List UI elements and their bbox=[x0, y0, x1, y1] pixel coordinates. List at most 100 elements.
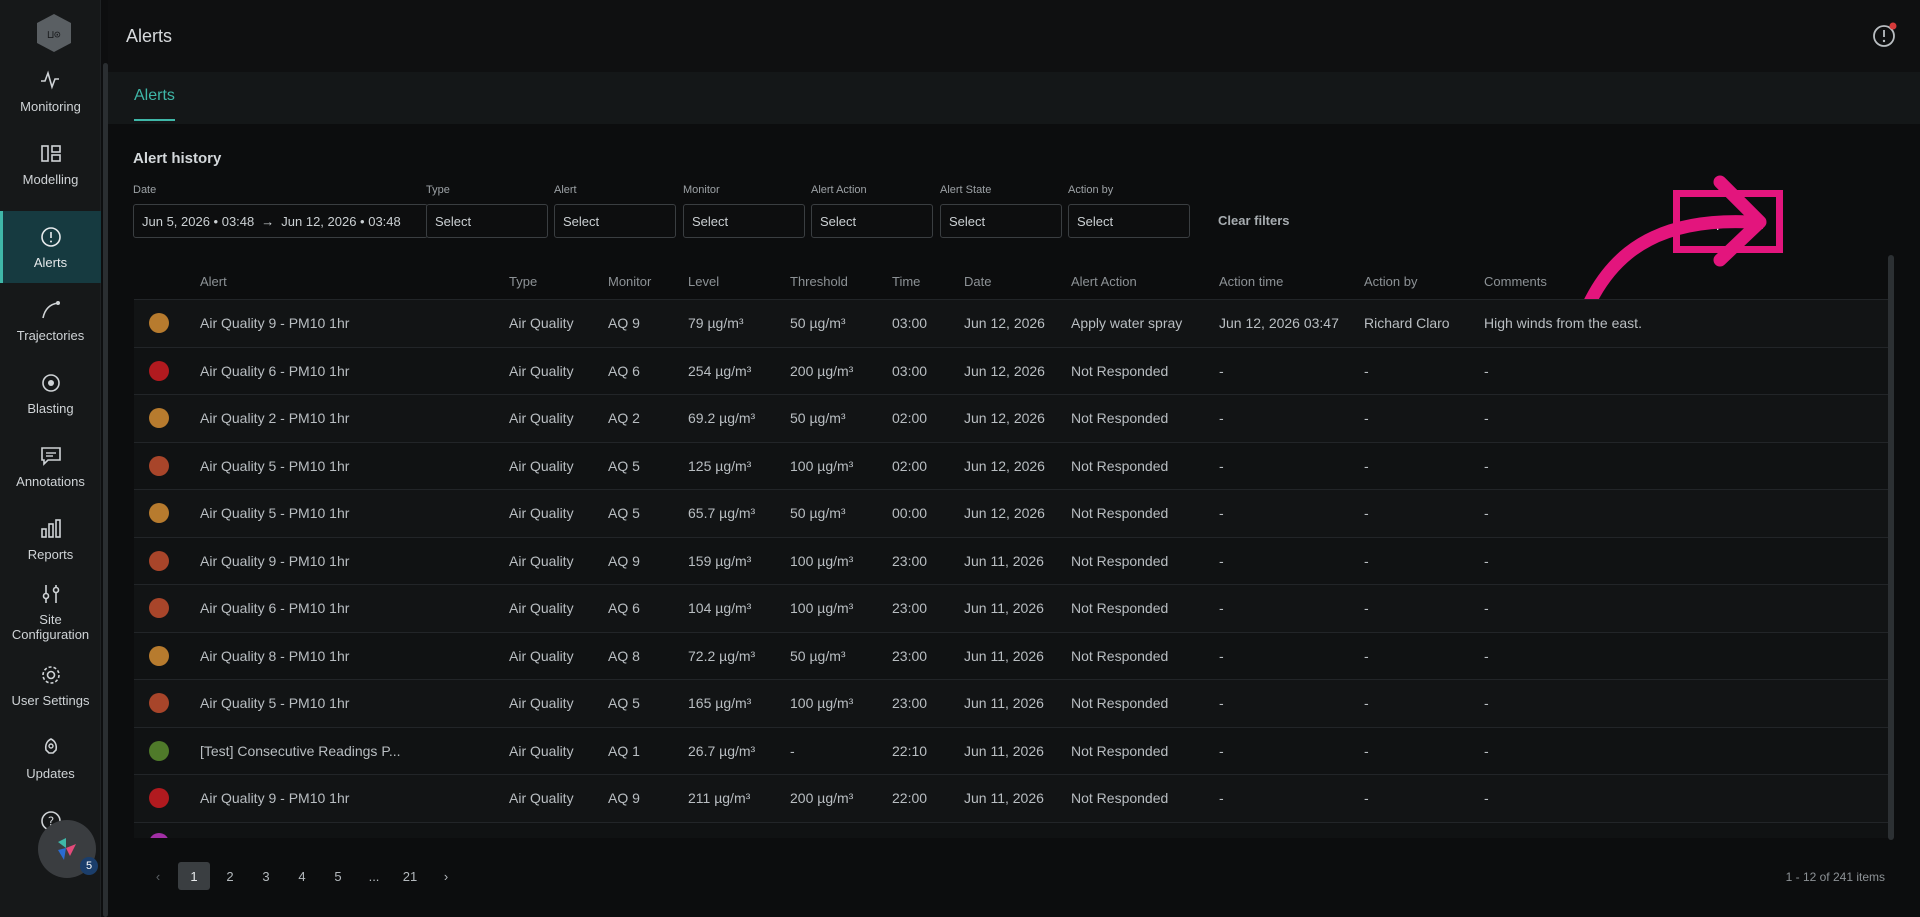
cell-time: 22:00 bbox=[892, 790, 928, 807]
status-dot-cell bbox=[149, 775, 169, 822]
sidebar-item-blasting[interactable]: Blasting bbox=[0, 357, 101, 429]
sidebar-item-modelling[interactable]: Modelling bbox=[0, 128, 101, 200]
page-button-21[interactable]: 21 bbox=[392, 862, 428, 890]
prev-page-button[interactable]: ‹ bbox=[140, 862, 176, 890]
sidebar-item-monitoring[interactable]: Monitoring bbox=[0, 55, 101, 127]
type-select[interactable]: Select bbox=[426, 204, 548, 238]
page-title: Alerts bbox=[126, 26, 173, 46]
action-by-filter-label: Action by bbox=[1068, 184, 1114, 196]
cell-action-time: - bbox=[1219, 695, 1224, 712]
column-header-alert[interactable]: Alert bbox=[200, 263, 227, 299]
sidebar-item-annotations[interactable]: Annotations bbox=[0, 430, 101, 502]
cell-date: Jun 11, 2026 bbox=[964, 742, 1044, 759]
alert-filter: Alert Select bbox=[554, 184, 676, 238]
sidebar-item-label: Updates bbox=[26, 765, 75, 781]
alert-action-select[interactable]: Select bbox=[811, 204, 933, 238]
cell-action-by: - bbox=[1364, 742, 1369, 759]
table-row[interactable]: Air Quality 5 - PM10 1hr Air Quality AQ 5 1… bbox=[134, 679, 1890, 727]
cell-action-time: Jun 12, 2026 03:47 bbox=[1219, 315, 1339, 332]
alert-state-select[interactable]: Select bbox=[940, 204, 1062, 238]
date-range-input[interactable]: Jun 5, 2026 • 03:48 → Jun 12, 2026 • 03:… bbox=[133, 204, 428, 238]
sidebar-item-updates[interactable]: Updates bbox=[0, 722, 101, 794]
table-row[interactable]: Air Quality 5 - PM10 1hr Air Quality AQ 5 1… bbox=[134, 441, 1890, 489]
column-header-comments[interactable]: Comments bbox=[1484, 263, 1547, 299]
tabs-bar: Alerts bbox=[108, 72, 1920, 124]
page-button-3[interactable]: 3 bbox=[248, 862, 284, 890]
cell-action-time: - bbox=[1219, 505, 1224, 522]
sidebar-item-label: Alerts bbox=[33, 254, 68, 270]
status-dot-cell bbox=[149, 633, 169, 680]
table-row[interactable]: Air Quality 2 - PM10 1hr Air Quality AQ 2 6… bbox=[134, 394, 1890, 442]
clear-filters-button[interactable]: Clear filters bbox=[1218, 213, 1290, 228]
status-dot bbox=[149, 740, 169, 761]
export-button[interactable]: Export bbox=[1690, 205, 1774, 239]
sidebar-item-trajectories[interactable]: Trajectories bbox=[0, 284, 101, 356]
next-page-button[interactable]: › bbox=[428, 862, 464, 890]
alert-action-filter: Alert Action Select bbox=[811, 184, 933, 238]
upload-icon bbox=[1749, 214, 1764, 229]
cell-alert: Air Quality 5 - PM10 1hr bbox=[200, 695, 350, 712]
cell-alert: [Test] Consecutive Readings P... bbox=[200, 742, 401, 759]
table-row[interactable]: Air Quality 9 - PM10 1hr Air Quality AQ 9 2… bbox=[134, 774, 1890, 822]
cell-comments: - bbox=[1484, 647, 1489, 664]
table-row[interactable]: Air Quality 9 - PM10 1hr Air Quality AQ 9 7… bbox=[134, 299, 1890, 347]
monitor-select[interactable]: Select bbox=[683, 204, 805, 238]
cell-type: Air Quality bbox=[509, 742, 574, 759]
action-by-select[interactable]: Select bbox=[1068, 204, 1190, 238]
table-row[interactable]: Air Quality 6 - PM10 1hr Air Quality AQ 6 1… bbox=[134, 584, 1890, 632]
page-button-5[interactable]: 5 bbox=[320, 862, 356, 890]
column-header-monitor[interactable]: Monitor bbox=[608, 263, 651, 299]
cell-comments: High winds from the east. bbox=[1484, 315, 1642, 332]
status-dot-cell bbox=[149, 395, 169, 442]
cell-action-by: - bbox=[1364, 647, 1369, 664]
chevron-right-icon: › bbox=[443, 868, 449, 884]
table-row[interactable]: Air Quality 5 - PM10 1hr Air Quality AQ 5 6… bbox=[134, 489, 1890, 537]
sidebar-item-label: Site Configuration bbox=[11, 612, 90, 642]
cell-alert: Air Quality 6 - PM10 1hr bbox=[200, 362, 350, 379]
table-scrollbar[interactable] bbox=[1888, 255, 1894, 840]
table-row[interactable]: Air Quality 8 - PM10 1hr Air Quality AQ 8 7… bbox=[134, 631, 1890, 680]
sidebar-item-user-settings[interactable]: User Settings bbox=[0, 649, 101, 721]
column-header-action-by[interactable]: Action by bbox=[1364, 263, 1417, 299]
cell-monitor: AQ 9 bbox=[608, 315, 640, 332]
cell-type: Air Quality bbox=[509, 457, 574, 474]
column-header-alert-action[interactable]: Alert Action bbox=[1071, 263, 1137, 299]
column-header-type[interactable]: Type bbox=[509, 263, 537, 299]
status-dot bbox=[149, 408, 169, 429]
cell-level: 125 µg/m³ bbox=[688, 457, 752, 474]
table-row[interactable]: Air Quality 9 - PM10 1hr Air Quality AQ 9 1… bbox=[134, 536, 1890, 584]
type-filter-label: Type bbox=[426, 184, 450, 196]
tab-alerts[interactable]: Alerts bbox=[134, 87, 175, 121]
column-header-time[interactable]: Time bbox=[892, 263, 920, 299]
cell-threshold: 100 µg/m³ bbox=[790, 600, 854, 617]
type-filter: Type Select bbox=[426, 184, 548, 238]
table-row[interactable]: Air Quality 6 - PM10 1hr Air Quality AQ 6 2… bbox=[134, 346, 1890, 394]
gear-icon bbox=[41, 665, 60, 684]
alert-select[interactable]: Select bbox=[554, 204, 676, 238]
sidebar-item-alerts[interactable]: Alerts bbox=[0, 211, 101, 283]
column-header-date[interactable]: Date bbox=[964, 263, 991, 299]
sidebar-item-label: Monitoring bbox=[20, 98, 81, 114]
cell-action: Not Responded bbox=[1071, 552, 1169, 569]
cell-monitor: AQ 2 bbox=[608, 410, 640, 427]
logo-icon[interactable]: ⊔⊙ bbox=[35, 13, 73, 53]
page-button-2[interactable]: 2 bbox=[212, 862, 248, 890]
column-header-threshold[interactable]: Threshold bbox=[790, 263, 848, 299]
cell-comments: - bbox=[1484, 600, 1489, 617]
column-header-level[interactable]: Level bbox=[688, 263, 719, 299]
page-button-1[interactable]: 1 bbox=[178, 862, 210, 890]
sidebar-item-site-configuration[interactable]: Site Configuration bbox=[0, 576, 101, 648]
cell-action-time: - bbox=[1219, 457, 1224, 474]
page-button-4[interactable]: 4 bbox=[284, 862, 320, 890]
cell-time: 03:00 bbox=[892, 362, 928, 379]
cell-alert: Air Quality 8 - PM10 1hr bbox=[200, 647, 350, 664]
cell-action-by: - bbox=[1364, 505, 1369, 522]
cell-action-by: - bbox=[1364, 457, 1369, 474]
column-header-action-time[interactable]: Action time bbox=[1219, 263, 1283, 299]
table-row[interactable]: [Test] Consecutive Readings P... Air Qual… bbox=[134, 726, 1890, 774]
pagination: ‹ 1 2 3 4 5... 21 › bbox=[140, 862, 464, 890]
sidebar-item-reports[interactable]: Reports bbox=[0, 503, 101, 575]
notification-alert-icon[interactable] bbox=[1872, 22, 1898, 48]
alert-filter-label: Alert bbox=[554, 184, 577, 196]
cell-action-by: Richard Claro bbox=[1364, 315, 1450, 332]
